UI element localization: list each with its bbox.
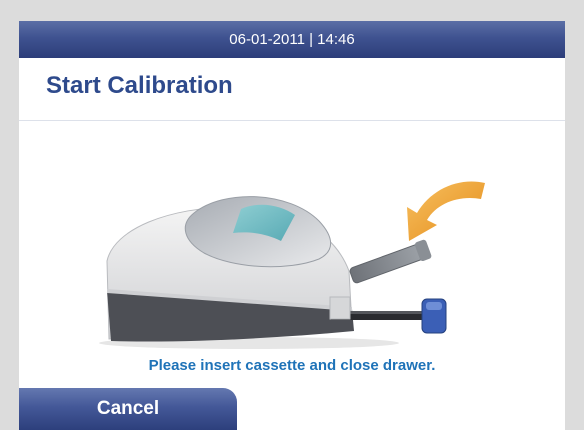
title-area: Start Calibration <box>19 58 565 121</box>
page-title: Start Calibration <box>46 72 233 99</box>
instruction-text: Please insert cassette and close drawer. <box>148 357 436 374</box>
calibration-screen: 06-01-2011 | 14:46 Start Calibration Ple… <box>19 21 565 430</box>
cancel-button-label: Cancel <box>96 398 160 419</box>
datetime-label: 06-01-2011 | 14:46 <box>229 31 355 48</box>
analyzer-device-icon <box>99 181 485 349</box>
status-bar: 06-01-2011 | 14:46 <box>19 21 565 58</box>
device-illustration <box>19 121 565 353</box>
cancel-button[interactable]: Cancel <box>19 388 237 430</box>
